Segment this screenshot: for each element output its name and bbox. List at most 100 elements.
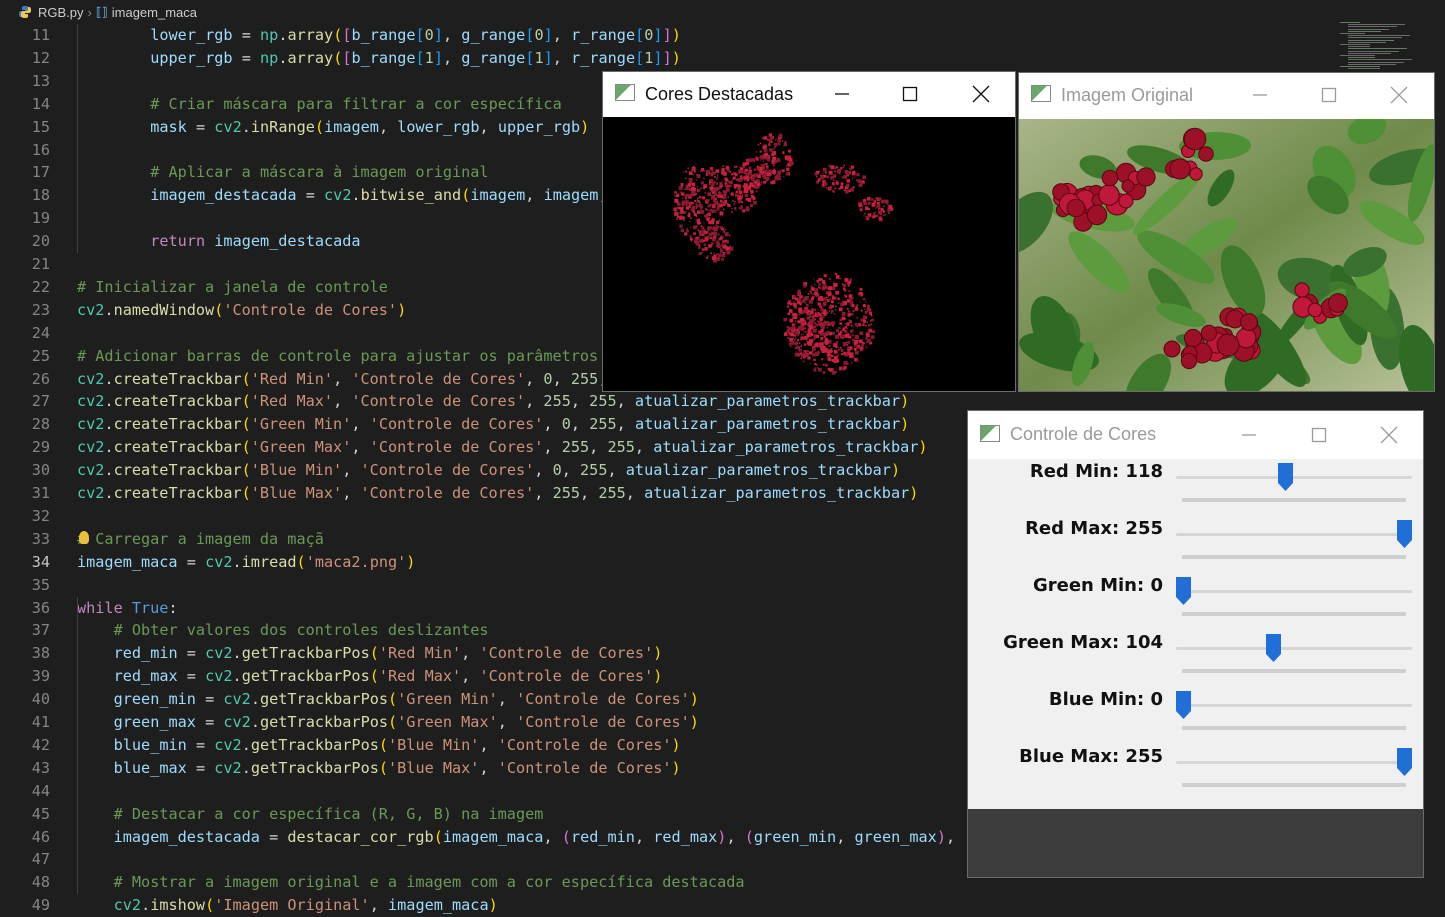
mask-pixel [848,294,853,299]
mask-pixel [786,326,790,329]
mask-pixel [700,208,702,210]
mask-pixel [833,343,838,347]
mask-pixel [701,226,705,230]
mask-pixel [747,187,751,191]
mask-pixel [789,318,794,323]
title-bar[interactable]: Imagem Original [1019,73,1434,117]
mask-pixel [686,206,689,209]
window-controle-de-cores[interactable]: Controle de Cores Red Min: 118 Red Max: 2… [967,410,1424,878]
breadcrumb-file[interactable]: RGB.py [38,5,84,20]
minimap-line [1348,24,1405,26]
mask-pixel [722,236,724,238]
mask-pixel [767,158,771,162]
mask-pixel [787,336,790,339]
mask-pixel [743,188,747,191]
close-button[interactable] [958,72,1004,116]
trackbar-track[interactable] [1176,533,1412,536]
cherry [1183,328,1203,348]
mask-pixel [683,188,685,190]
mask-pixel [750,176,752,179]
minimize-button[interactable] [1226,411,1272,459]
trackbar-thumb[interactable] [1266,634,1282,662]
code-text: # Criar máscara para filtrar a cor espec… [150,94,562,113]
minimize-button[interactable] [819,72,865,116]
mask-pixel [747,198,752,202]
title-bar[interactable]: Cores Destacadas [603,72,1015,116]
mask-pixel [829,321,833,326]
code-line[interactable]: 11 lower_rgb = np.array([b_range[0], g_r… [0,24,1445,47]
maximize-button[interactable] [1296,411,1342,459]
mask-pixel [870,198,874,201]
maximize-button[interactable] [887,72,933,116]
trackbar-track[interactable] [1176,647,1412,650]
code-text: # Inicializar a janela de controle [77,277,388,296]
mask-pixel [699,238,703,243]
lightbulb-icon[interactable] [79,530,89,544]
mask-pixel [813,368,817,372]
mask-pixel [682,218,685,221]
trackbar-track[interactable] [1176,476,1412,479]
mask-pixel [700,187,702,190]
trackbar-track[interactable] [1176,590,1412,593]
mask-pixel [724,178,729,182]
mask-pixel [685,197,688,200]
minimize-button[interactable] [1237,73,1283,117]
mask-pixel [858,204,862,207]
mask-pixel [765,163,768,166]
close-button[interactable] [1366,411,1412,459]
mask-pixel [840,349,844,352]
mask-pixel [849,290,851,293]
mask-pixel [704,192,706,194]
trackbar-groove [1182,555,1406,559]
mask-pixel [737,199,742,204]
mask-pixel [787,312,791,316]
mask-pixel [769,136,774,140]
mask-pixel [824,363,828,367]
minimap[interactable] [1340,22,1412,72]
trackbar-track[interactable] [1176,761,1412,764]
breadcrumb-symbol[interactable]: imagem_maca [112,5,197,20]
trackbar-track[interactable] [1176,704,1412,707]
mask-pixel [772,164,775,167]
mask-pixel [822,321,827,326]
mask-pixel [790,345,792,348]
mask-pixel [810,292,813,294]
mask-pixel [718,237,722,241]
mask-pixel [859,179,861,182]
mask-pixel [803,321,805,324]
mask-pixel [818,170,821,173]
mask-pixel [695,163,697,165]
close-button[interactable] [1376,73,1422,117]
line-number: 40 [31,690,50,709]
mask-pixel [805,351,807,353]
mask-pixel [850,313,852,315]
mask-pixel [871,202,876,207]
window-cores-destacadas[interactable]: Cores Destacadas [602,71,1016,392]
mask-pixel [688,193,692,197]
title-bar[interactable]: Controle de Cores [968,411,1423,459]
mask-pixel [680,228,684,232]
mask-pixel [788,149,791,153]
cherry-tree-photo [1019,119,1434,391]
trackbar-thumb[interactable] [1278,463,1294,491]
mask-pixel [834,308,837,311]
mask-pixel [840,182,844,186]
maximize-button[interactable] [1306,73,1352,117]
trackbar-thumb[interactable] [1176,691,1191,719]
mask-pixel [832,280,834,282]
mask-pixel [721,168,725,172]
mask-pixel [878,197,882,201]
trackbar-thumb[interactable] [1397,520,1412,548]
mask-pixel [688,171,693,175]
mask-pixel [822,172,824,174]
mask-pixel [800,345,802,347]
mask-pixel [843,164,845,167]
code-line[interactable]: 49 cv2.imshow('Imagem Original', imagem_… [0,894,1445,917]
mask-pixel [753,173,758,177]
trackbar-thumb[interactable] [1397,748,1412,776]
code-line[interactable]: 12 upper_rgb = np.array([b_range[1], g_r… [0,47,1445,70]
trackbar-thumb[interactable] [1176,577,1191,605]
window-imagem-original[interactable]: Imagem Original [1018,72,1435,392]
mask-pixel [842,166,844,169]
mask-pixel [863,297,865,300]
